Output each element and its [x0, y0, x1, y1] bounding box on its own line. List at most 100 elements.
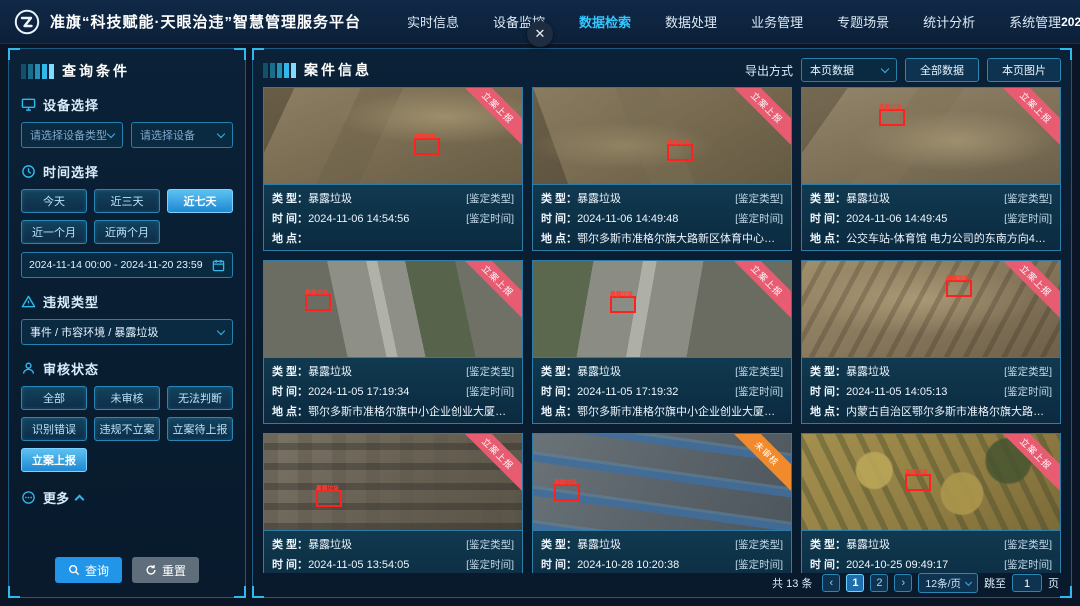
time-filter-3days[interactable]: 近三天	[94, 189, 160, 213]
nav-item-data-process[interactable]: 数据处理	[665, 12, 717, 31]
more-toggle[interactable]: 更多	[21, 488, 233, 507]
more-label: 更多	[43, 488, 69, 507]
case-photo[interactable]: 暴露垃圾 立案上报	[802, 434, 1060, 530]
detection-box: 暴露垃圾	[667, 144, 693, 161]
audit-filter-unreviewed[interactable]: 未审核	[94, 386, 160, 410]
status-ribbon: 立案上报	[724, 88, 791, 151]
violation-type-select[interactable]: 事件 / 市容环境 / 暴露垃圾	[21, 319, 233, 345]
time-filter-1month[interactable]: 近一个月	[21, 220, 87, 244]
case-info-panel: 案件信息 导出方式 本页数据 全部数据 本页图片 暴露垃圾 立案上报 类 型：暴…	[252, 48, 1072, 598]
bars-icon	[263, 63, 296, 78]
status-ribbon: 立案上报	[724, 261, 791, 324]
case-photo[interactable]: 暴露垃圾 立案上报	[533, 88, 791, 184]
status-ribbon: 立案上报	[993, 261, 1060, 324]
chevron-up-icon	[75, 494, 85, 504]
audit-filter-recognition-error[interactable]: 识别错误	[21, 417, 87, 441]
export-method-select[interactable]: 本页数据	[801, 58, 897, 82]
case-photo[interactable]: 暴露垃圾 立案上报	[533, 261, 791, 357]
case-card[interactable]: 暴露垃圾 未审核 类 型：暴露垃圾[鉴定类型] 时 间：2024-10-28 1…	[532, 433, 792, 573]
warning-triangle-icon	[21, 294, 36, 309]
corner-accent	[1060, 586, 1072, 598]
case-card[interactable]: 暴露垃圾 立案上报 类 型：暴露垃圾[鉴定类型] 时 间：2024-11-05 …	[263, 433, 523, 573]
detection-box: 暴露垃圾	[946, 280, 972, 297]
nav-item-business[interactable]: 业务管理	[751, 12, 803, 31]
refresh-icon	[145, 564, 157, 576]
export-all-data-button[interactable]: 全部数据	[905, 58, 979, 82]
main-nav: 实时信息 设备监控 数据检索 数据处理 业务管理 专题场景 统计分析 系统管理	[407, 12, 1061, 31]
audit-filter-undeterminable[interactable]: 无法判断	[167, 386, 233, 410]
case-photo[interactable]: 暴露垃圾 立案上报	[264, 434, 522, 530]
case-card[interactable]: 暴露垃圾 立案上报 类 型：暴露垃圾[鉴定类型] 时 间：2024-11-05 …	[801, 260, 1061, 424]
device-type-select[interactable]: 请选择设备类型	[21, 122, 123, 148]
close-overlay-button[interactable]: ✕	[527, 21, 553, 47]
clock-icon	[21, 164, 36, 179]
export-page-images-button[interactable]: 本页图片	[987, 58, 1061, 82]
time-section: 时间选择 今天 近三天 近七天 近一个月 近两个月 2024-11-14 00:…	[21, 162, 233, 278]
prev-page-button[interactable]: ‹	[822, 574, 840, 592]
detection-box: 暴露垃圾	[414, 138, 440, 155]
status-ribbon: 立案上报	[993, 434, 1060, 497]
time-filter-today[interactable]: 今天	[21, 189, 87, 213]
violation-section-label: 违规类型	[43, 292, 99, 311]
corner-accent	[252, 586, 264, 598]
jump-page-input[interactable]: 1	[1012, 574, 1042, 592]
page-button-1[interactable]: 1	[846, 574, 864, 592]
case-meta: 类 型：暴露垃圾[鉴定类型] 时 间：2024-11-06 14:49:45[鉴…	[802, 184, 1060, 250]
device-select[interactable]: 请选择设备	[131, 122, 233, 148]
case-meta: 类 型：暴露垃圾[鉴定类型] 时 间：2024-10-28 10:20:38[鉴…	[533, 530, 791, 573]
audit-filter-all[interactable]: 全部	[21, 386, 87, 410]
audit-section-label: 审核状态	[43, 359, 99, 378]
page-button-2[interactable]: 2	[870, 574, 888, 592]
detection-box: 暴露垃圾	[554, 484, 580, 501]
case-meta: 类 型：暴露垃圾[鉴定类型] 时 间：2024-11-05 17:19:32[鉴…	[533, 357, 791, 423]
chevron-down-icon	[217, 129, 225, 137]
status-ribbon: 未审核	[724, 434, 791, 497]
nav-item-data-search[interactable]: 数据检索	[579, 12, 631, 31]
case-card[interactable]: 暴露垃圾 立案上报 类 型：暴露垃圾[鉴定类型] 时 间：2024-11-05 …	[263, 260, 523, 424]
nav-item-scenes[interactable]: 专题场景	[837, 12, 889, 31]
case-photo[interactable]: 暴露垃圾 立案上报	[802, 261, 1060, 357]
audit-filter-pending-report[interactable]: 立案待上报	[167, 417, 233, 441]
sidebar-title: 查询条件	[62, 61, 130, 81]
bars-icon	[21, 64, 54, 79]
audit-filter-case-reported[interactable]: 立案上报	[21, 448, 87, 472]
chevron-down-icon	[881, 64, 889, 72]
case-photo[interactable]: 暴露垃圾 立案上报	[264, 88, 522, 184]
total-count: 共 13 条	[772, 575, 812, 591]
time-filter-7days[interactable]: 近七天	[167, 189, 233, 213]
search-icon	[68, 564, 80, 576]
nav-item-system[interactable]: 系统管理	[1009, 12, 1061, 31]
case-meta: 类 型：暴露垃圾[鉴定类型] 时 间：2024-11-06 14:49:48[鉴…	[533, 184, 791, 250]
audit-section: 审核状态 全部 未审核 无法判断 识别错误 违规不立案 立案待上报 立案上报	[21, 359, 233, 472]
case-meta: 类 型：暴露垃圾[鉴定类型] 时 间：2024-10-25 09:49:17[鉴…	[802, 530, 1060, 573]
nav-item-realtime[interactable]: 实时信息	[407, 12, 459, 31]
page-size-select[interactable]: 12条/页	[918, 573, 978, 593]
export-zone: 导出方式 本页数据 全部数据 本页图片	[745, 58, 1061, 82]
next-page-button[interactable]: ›	[894, 574, 912, 592]
platform-title: 准旗“科技赋能·天眼治违”智慧管理服务平台	[50, 11, 361, 32]
case-card-grid: 暴露垃圾 立案上报 类 型：暴露垃圾[鉴定类型] 时 间：2024-11-06 …	[263, 87, 1061, 573]
case-card[interactable]: 暴露垃圾 立案上报 类 型：暴露垃圾[鉴定类型] 时 间：2024-11-05 …	[532, 260, 792, 424]
nav-item-statistics[interactable]: 统计分析	[923, 12, 975, 31]
time-filter-2months[interactable]: 近两个月	[94, 220, 160, 244]
header-datetime: 2024-11-20 08:37:53	[1061, 15, 1080, 29]
case-card[interactable]: 暴露垃圾 立案上报 类 型：暴露垃圾[鉴定类型] 时 间：2024-11-06 …	[263, 87, 523, 251]
case-card[interactable]: 暴露垃圾 立案上报 类 型：暴露垃圾[鉴定类型] 时 间：2024-10-25 …	[801, 433, 1061, 573]
case-photo[interactable]: 暴露垃圾 立案上报	[264, 261, 522, 357]
export-method-label: 导出方式	[745, 62, 793, 79]
audit-filter-no-case[interactable]: 违规不立案	[94, 417, 160, 441]
sidebar-actions: 查询 重置	[9, 557, 245, 583]
jump-label: 跳至	[984, 575, 1006, 591]
case-info-header: 案件信息 导出方式 本页数据 全部数据 本页图片	[263, 58, 1061, 82]
status-ribbon: 立案上报	[455, 261, 522, 324]
case-card[interactable]: 暴露垃圾 立案上报 类 型：暴露垃圾[鉴定类型] 时 间：2024-11-06 …	[532, 87, 792, 251]
corner-accent	[8, 586, 20, 598]
case-photo[interactable]: 暴露垃圾 未审核	[533, 434, 791, 530]
reset-button[interactable]: 重置	[132, 557, 199, 583]
pagination: 共 13 条 ‹ 1 2 › 12条/页 跳至 1 页	[772, 573, 1059, 593]
query-button[interactable]: 查询	[55, 557, 122, 583]
detection-box: 暴露垃圾	[610, 296, 636, 313]
case-card[interactable]: 暴露垃圾 立案上报 类 型：暴露垃圾[鉴定类型] 时 间：2024-11-06 …	[801, 87, 1061, 251]
case-photo[interactable]: 暴露垃圾 立案上报	[802, 88, 1060, 184]
date-range-input[interactable]: 2024-11-14 00:00 - 2024-11-20 23:59	[21, 252, 233, 278]
